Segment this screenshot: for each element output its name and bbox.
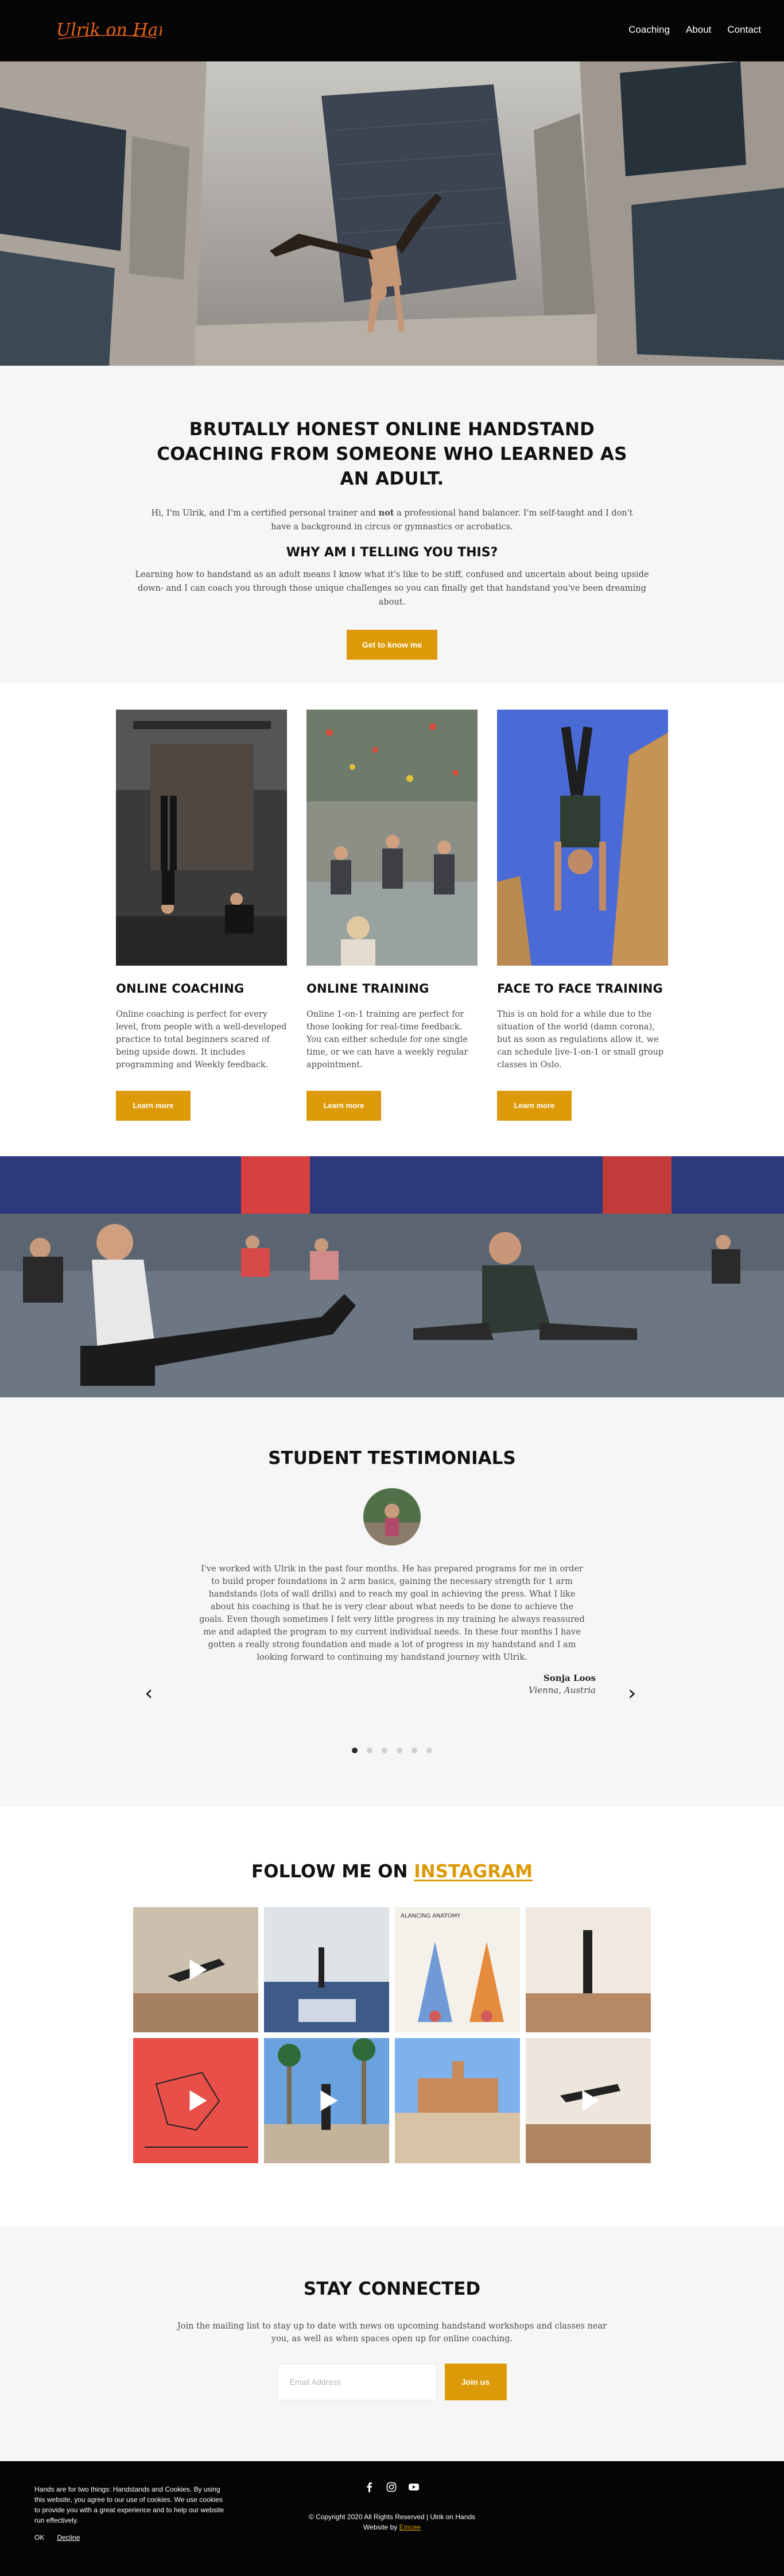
get-to-know-me-button[interactable]: Get to know me [347,630,437,660]
instagram-post[interactable] [395,2038,520,2163]
testimonial-location: Vienna, Austria [528,1685,596,1695]
face-to-face-title: FACE TO FACE TRAINING [497,982,663,995]
cookie-decline-button[interactable]: Decline [57,2532,80,2543]
site-logo[interactable]: Ulrik on Hands [53,13,162,47]
instagram-post[interactable] [264,1907,389,2032]
testimonial-author: Sonja Loos Vienna, Austria [188,1673,596,1695]
online-training-learn-more-button[interactable]: Learn more [306,1091,381,1121]
testimonial-name: Sonja Loos [543,1673,596,1683]
online-training-photo [306,710,478,966]
face-to-face-photo [497,710,668,966]
online-training-title: ONLINE TRAINING [306,982,429,995]
service-card-online-coaching: ONLINE COACHING Online coaching is perfe… [116,710,287,1121]
instagram-post[interactable] [526,2038,651,2163]
play-icon [189,1959,207,1980]
services-section: ONLINE COACHING Online coaching is perfe… [0,683,784,1156]
site-footer: Hands are for two things: Handstands and… [0,2461,784,2576]
service-card-online-training: ONLINE TRAINING Online 1-on-1 training a… [306,710,478,1121]
instagram-post[interactable] [133,1907,258,2032]
instagram-grid: ALANCING ANATOMY [133,1907,652,2163]
play-icon [189,2090,207,2111]
website-credit: Website by Emcee [363,2523,421,2531]
facebook-icon[interactable] [364,2482,375,2494]
nav-contact[interactable]: Contact [727,24,761,36]
carousel-dot-2[interactable] [367,1748,372,1753]
online-coaching-photo [116,710,287,966]
youtube-icon[interactable] [408,2482,420,2494]
join-us-button[interactable]: Join us [444,2364,507,2400]
cookie-ok-button[interactable]: OK [34,2532,44,2543]
service-card-face-to-face: FACE TO FACE TRAINING This is on hold fo… [497,710,668,1121]
intro-title: BRUTALLY HONEST ONLINE HANDSTAND COACHIN… [157,419,627,489]
intro-paragraph: Hi, I'm Ulrik, and I'm a certified perso… [151,508,633,532]
instagram-title: FOLLOW ME ON INSTAGRAM [251,1861,533,1882]
social-links [0,2482,784,2494]
main-nav: Coaching About Contact [628,24,761,36]
carousel-dot-6[interactable] [426,1748,432,1753]
intro-subtitle: WHY AM I TELLING YOU THIS? [286,545,498,560]
svg-text:ALANCING ANATOMY: ALANCING ANATOMY [401,1913,461,1919]
nav-coaching[interactable]: Coaching [628,24,670,36]
face-to-face-text: This is on hold for a while due to the s… [497,1010,664,1070]
newsletter-form: Join us [0,2364,784,2400]
carousel-dot-1[interactable] [352,1748,358,1753]
copyright: © Copyright 2020 All Rights Reserved | U… [0,2512,784,2532]
copyright-text: © Copyright 2020 All Rights Reserved | U… [308,2513,476,2521]
testimonials-title: STUDENT TESTIMONIALS [268,1448,516,1469]
face-to-face-learn-more-button[interactable]: Learn more [497,1091,572,1121]
play-icon [320,2090,338,2111]
chevron-left-icon[interactable]: ‹ [145,1683,153,1704]
instagram-post[interactable] [264,2038,389,2163]
carousel-dot-5[interactable] [412,1748,417,1753]
intro-paragraph-2: Learning how to handstand as an adult me… [135,570,649,607]
instagram-icon[interactable] [386,2482,397,2494]
hero-image [0,61,784,366]
online-coaching-title: ONLINE COACHING [116,982,244,995]
online-coaching-learn-more-button[interactable]: Learn more [116,1091,191,1121]
instagram-section: FOLLOW ME ON INSTAGRAM ALANCING ANATOMY [0,1806,784,2227]
testimonials-section: STUDENT TESTIMONIALS I've worked with Ul… [0,1397,784,1806]
nav-about[interactable]: About [686,24,711,36]
email-field[interactable] [277,2364,437,2400]
credit-link[interactable]: Emcee [399,2523,421,2531]
newsletter-section: STAY CONNECTED Join the mailing list to … [0,2227,784,2461]
online-training-text: Online 1-on-1 training are perfect for t… [306,1010,468,1070]
carousel-dot-4[interactable] [397,1748,402,1753]
carousel-dot-3[interactable] [382,1748,387,1753]
workshop-banner-image [0,1156,784,1397]
chevron-right-icon[interactable]: › [628,1683,636,1704]
online-coaching-text: Online coaching is perfect for every lev… [116,1010,287,1070]
play-icon [582,2090,600,2111]
testimonial-quote: I've worked with Ulrik in the past four … [199,1564,585,1662]
site-header: Ulrik on Hands Coaching About Contact [0,0,784,61]
instagram-post[interactable] [133,2038,258,2163]
instagram-link[interactable]: INSTAGRAM [414,1861,533,1882]
carousel-dots [0,1748,784,1753]
instagram-post[interactable] [526,1907,651,2032]
newsletter-title: STAY CONNECTED [303,2279,481,2299]
newsletter-text: Join the mailing list to stay up to date… [177,2322,607,2343]
instagram-post[interactable]: ALANCING ANATOMY [395,1907,520,2032]
testimonial-avatar [363,1488,421,1545]
intro-section: BRUTALLY HONEST ONLINE HANDSTAND COACHIN… [0,366,784,683]
